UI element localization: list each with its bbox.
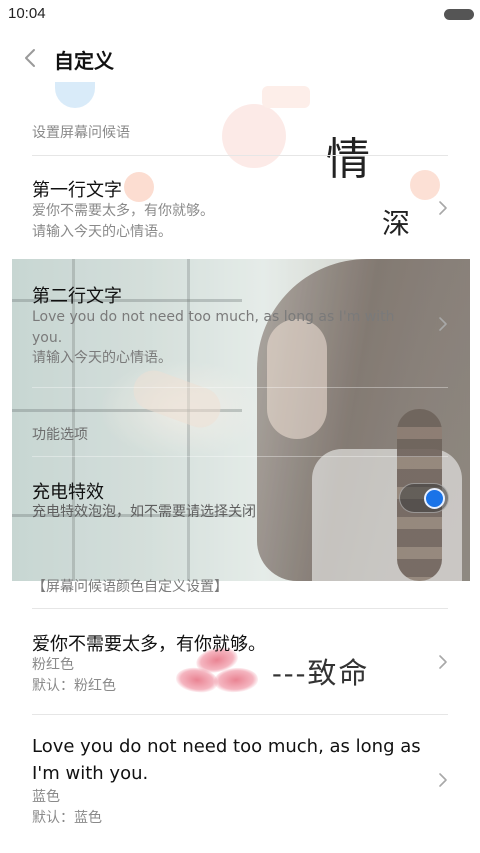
item-default: 默认：粉红色 (32, 678, 116, 694)
chevron-left-icon (25, 49, 35, 67)
divider (32, 456, 448, 457)
item-value: you. (32, 330, 63, 346)
greeting-line1-item[interactable]: 第一行文字 爱你不需要太多，有你就够。 请输入今天的心情语。 (0, 156, 480, 258)
page-title: 自定义 (54, 49, 114, 73)
chevron-right-icon (439, 655, 447, 669)
item-value: Love you do not need too much, as long a… (32, 309, 395, 325)
charging-effect-toggle[interactable] (399, 483, 449, 513)
item-title: 第一行文字 (32, 180, 122, 201)
decor-bubble (262, 86, 310, 108)
item-color-name: 蓝色 (32, 789, 60, 805)
toggle-knob (424, 488, 445, 509)
decor-bubble (55, 82, 95, 108)
app-header: 自定义 (0, 36, 480, 80)
item-value: 爱你不需要太多，有你就够。 (32, 203, 214, 219)
section-label-color: 【屏幕问候语颜色自定义设置】 (32, 579, 228, 595)
divider (32, 608, 448, 609)
item-color-name: 粉红色 (32, 657, 74, 673)
divider (32, 387, 448, 388)
item-title: 爱你不需要太多，有你就够。 (32, 634, 266, 655)
item-title: I'm with you. (32, 763, 149, 784)
item-hint: 请输入今天的心情语。 (32, 224, 172, 240)
item-default: 默认：蓝色 (32, 810, 102, 826)
section-label-function: 功能选项 (32, 427, 88, 443)
item-title: 第二行文字 (32, 286, 122, 307)
item-desc: 充电特效泡泡，如不需要请选择关闭 (32, 504, 256, 520)
item-title: Love you do not need too much, as long a… (32, 736, 421, 757)
status-time: 10:04 (8, 5, 46, 22)
chevron-right-icon (439, 201, 447, 215)
chevron-right-icon (439, 317, 447, 331)
battery-icon (444, 9, 474, 20)
color-line1-item[interactable]: 爱你不需要太多，有你就够。 粉红色 默认：粉红色 (0, 610, 480, 714)
back-button[interactable] (14, 42, 46, 74)
greeting-line2-item[interactable]: 第二行文字 Love you do not need too much, as … (0, 262, 480, 382)
status-bar: 10:04 (0, 0, 480, 28)
item-hint: 请输入今天的心情语。 (32, 350, 172, 366)
chevron-right-icon (439, 773, 447, 787)
item-title: 充电特效 (32, 482, 104, 503)
divider (32, 714, 448, 715)
section-label-greeting: 设置屏幕问候语 (32, 125, 130, 141)
color-line2-item[interactable]: Love you do not need too much, as long a… (0, 716, 480, 840)
